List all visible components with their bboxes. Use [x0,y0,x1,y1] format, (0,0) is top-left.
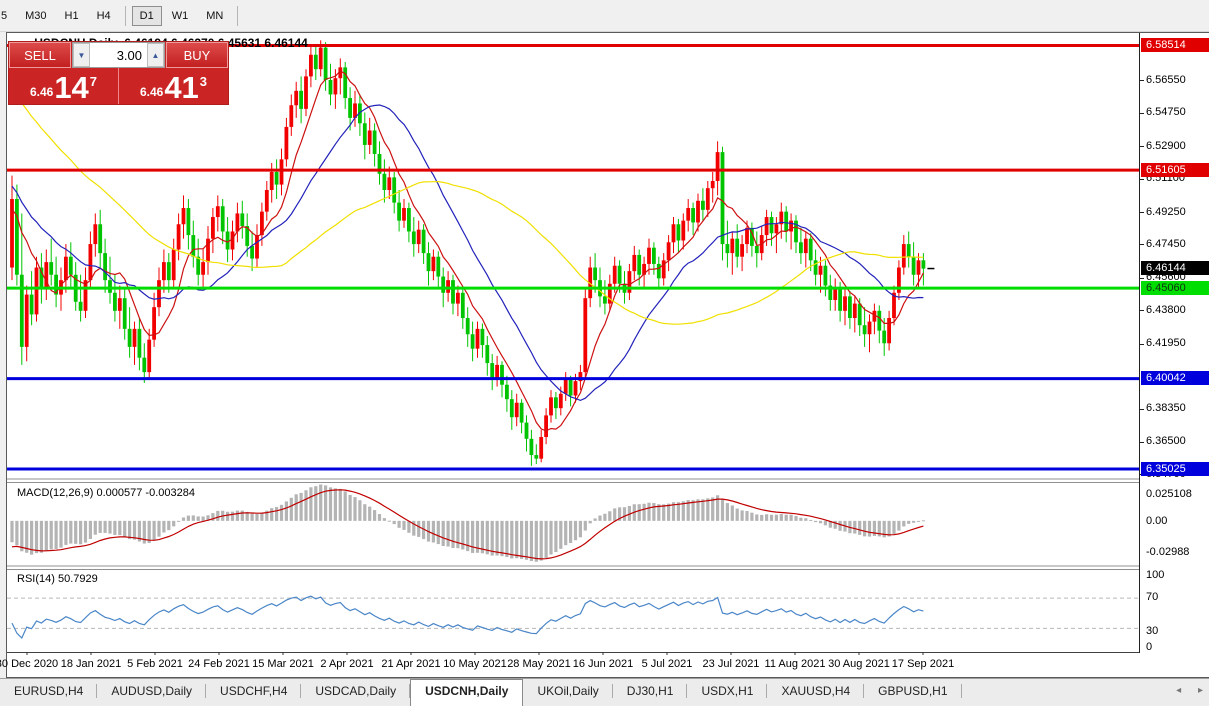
chart-tab-bar: EURUSD,H4AUDUSD,DailyUSDCHF,H4USDCAD,Dai… [0,678,1209,706]
buy-price-display[interactable]: 6.46 41 3 [119,68,228,104]
tab-audusd-daily[interactable]: AUDUSD,Daily [97,679,206,706]
timeframe-button-m5[interactable]: 5 [0,6,15,26]
candlesticks [10,40,925,466]
timeframe-button-h1[interactable]: H1 [57,6,87,26]
rsi-line [12,596,923,638]
tab-usdx-h1[interactable]: USDX,H1 [687,679,767,706]
timeframe-button-d1[interactable]: D1 [132,6,162,26]
toolbar-separator [125,6,126,26]
one-click-trading-panel: SELL ▼ ▲ BUY 6.46 14 7 6.46 41 3 [9,42,228,104]
tab-usdcad-daily[interactable]: USDCAD,Daily [301,679,410,706]
sell-price-base: 6.46 [30,85,53,99]
tab-usdchf-h4[interactable]: USDCHF,H4 [206,679,301,706]
buy-price-base: 6.46 [140,85,163,99]
macd-indicator-label: MACD(12,26,9) 0.000577 -0.003284 [17,487,195,499]
price-chart-canvas[interactable] [7,33,1139,655]
timeframe-button-w1[interactable]: W1 [164,6,197,26]
volume-increase-button[interactable]: ▲ [147,43,164,67]
tab-usdcnh-daily[interactable]: USDCNH,Daily [410,679,523,706]
sell-price-point: 7 [90,74,97,89]
timeframe-button-m30[interactable]: M30 [17,6,54,26]
tab-ukoil-daily[interactable]: UKOil,Daily [523,679,612,706]
timeframe-button-h4[interactable]: H4 [89,6,119,26]
buy-button[interactable]: BUY [166,42,228,68]
tab-scroll-left-button[interactable]: ◂ [1176,685,1181,696]
sell-price-pips: 14 [54,73,88,103]
sell-button[interactable]: SELL [9,42,71,68]
volume-decrease-button[interactable]: ▼ [73,43,90,67]
buy-price-point: 3 [200,74,207,89]
tab-gbpusd-h1[interactable]: GBPUSD,H1 [864,679,961,706]
buy-price-pips: 41 [164,73,198,103]
sell-price-display[interactable]: 6.46 14 7 [9,68,119,104]
toolbar-separator [237,6,238,26]
tab-xauusd-h4[interactable]: XAUUSD,H4 [767,679,864,706]
rsi-indicator-label: RSI(14) 50.7929 [17,573,98,585]
timeframe-button-mn[interactable]: MN [198,6,231,26]
tab-eurusd-h4[interactable]: EURUSD,H4 [0,679,97,706]
tab-scroll-right-button[interactable]: ▸ [1198,685,1203,696]
volume-input[interactable] [90,43,147,67]
timeframe-toolbar: 5M30H1H4 D1W1MN [0,0,1209,32]
tab-dj30-h1[interactable]: DJ30,H1 [613,679,688,706]
